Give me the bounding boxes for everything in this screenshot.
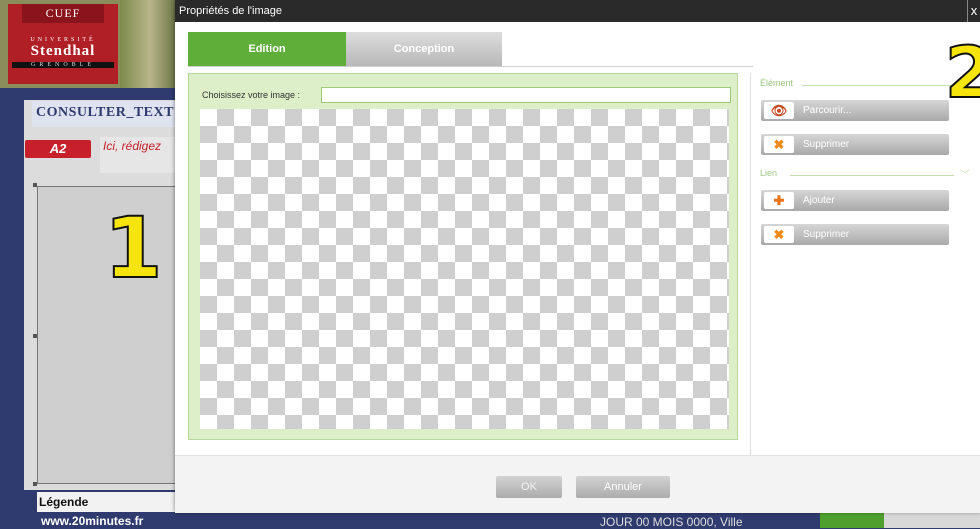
delete-link-button[interactable]: ✖ Supprimer [761, 224, 949, 245]
logo-city: GRENOBLE [12, 62, 114, 68]
cancel-button[interactable]: Annuler [576, 476, 670, 498]
section-divider [790, 175, 954, 176]
add-link-label: Ajouter [803, 195, 835, 206]
eye-icon: 👁 [764, 102, 794, 119]
ok-button[interactable]: OK [496, 476, 562, 498]
level-badge: A2 [25, 140, 91, 158]
dialog-footer: OK Annuler [175, 455, 980, 513]
plus-icon: ✚ [764, 192, 794, 209]
logo-cuef: CUEF [22, 4, 104, 23]
add-link-button[interactable]: ✚ Ajouter [761, 190, 949, 211]
legend-label[interactable]: Légende [37, 492, 180, 512]
section-link-label: Lien [760, 168, 778, 178]
delete-element-label: Supprimer [803, 139, 850, 150]
university-logo: CUEF UNIVERSITÉ Stendhal GRENOBLE [8, 4, 118, 84]
image-chooser-row: Choisissez votre image : [201, 86, 731, 106]
header-banner: CUEF UNIVERSITÉ Stendhal GRENOBLE [0, 0, 180, 88]
delete-link-label: Supprimer [803, 229, 850, 240]
delete-element-button[interactable]: ✖ Supprimer [761, 134, 949, 155]
tab-conception[interactable]: Conception [346, 32, 502, 66]
dialog-title: Propriétés de l'image [179, 5, 282, 17]
section-element-label: Élément [760, 78, 794, 88]
section-divider [802, 85, 954, 86]
resize-handle[interactable] [33, 482, 37, 486]
image-properties-dialog: Propriétés de l'image x Edition Concepti… [175, 0, 980, 513]
vertical-divider [750, 73, 751, 455]
image-preview [200, 109, 729, 429]
image-chooser-label: Choisissez votre image : [202, 90, 301, 100]
resize-handle[interactable] [33, 183, 37, 187]
page-title: CONSULTER_TEXT [32, 101, 180, 127]
image-edit-panel: Choisissez votre image : [188, 73, 738, 440]
section-element: Élément [760, 78, 970, 94]
annotation-marker-2: 2 [944, 32, 980, 114]
banner-photo [120, 0, 180, 88]
resize-handle[interactable] [33, 334, 37, 338]
delete-x-icon: ✖ [764, 226, 794, 243]
tab-divider [188, 66, 753, 67]
footer-url: www.20minutes.fr [41, 514, 144, 528]
delete-x-icon: ✖ [764, 136, 794, 153]
text-placeholder[interactable]: Ici, rédigez [100, 137, 180, 173]
chevron-down-icon: ﹀ [960, 170, 970, 181]
image-path-input[interactable] [321, 87, 731, 103]
dialog-titlebar[interactable]: Propriétés de l'image x [175, 0, 980, 22]
footer-date: JOUR 00 MOIS 0000, Ville [600, 515, 743, 529]
tab-edition[interactable]: Edition [188, 32, 346, 66]
close-icon[interactable]: x [967, 0, 980, 22]
browse-button-label: Parcourir... [803, 105, 852, 116]
annotation-marker-1: 1 [103, 199, 163, 297]
section-link: Lien ﹀ [760, 168, 970, 184]
properties-sidebar: Élément 👁 Parcourir... ✖ Supprimer Lien … [760, 78, 970, 258]
logo-stendhal: Stendhal [30, 43, 96, 59]
browse-button[interactable]: 👁 Parcourir... [761, 100, 949, 121]
